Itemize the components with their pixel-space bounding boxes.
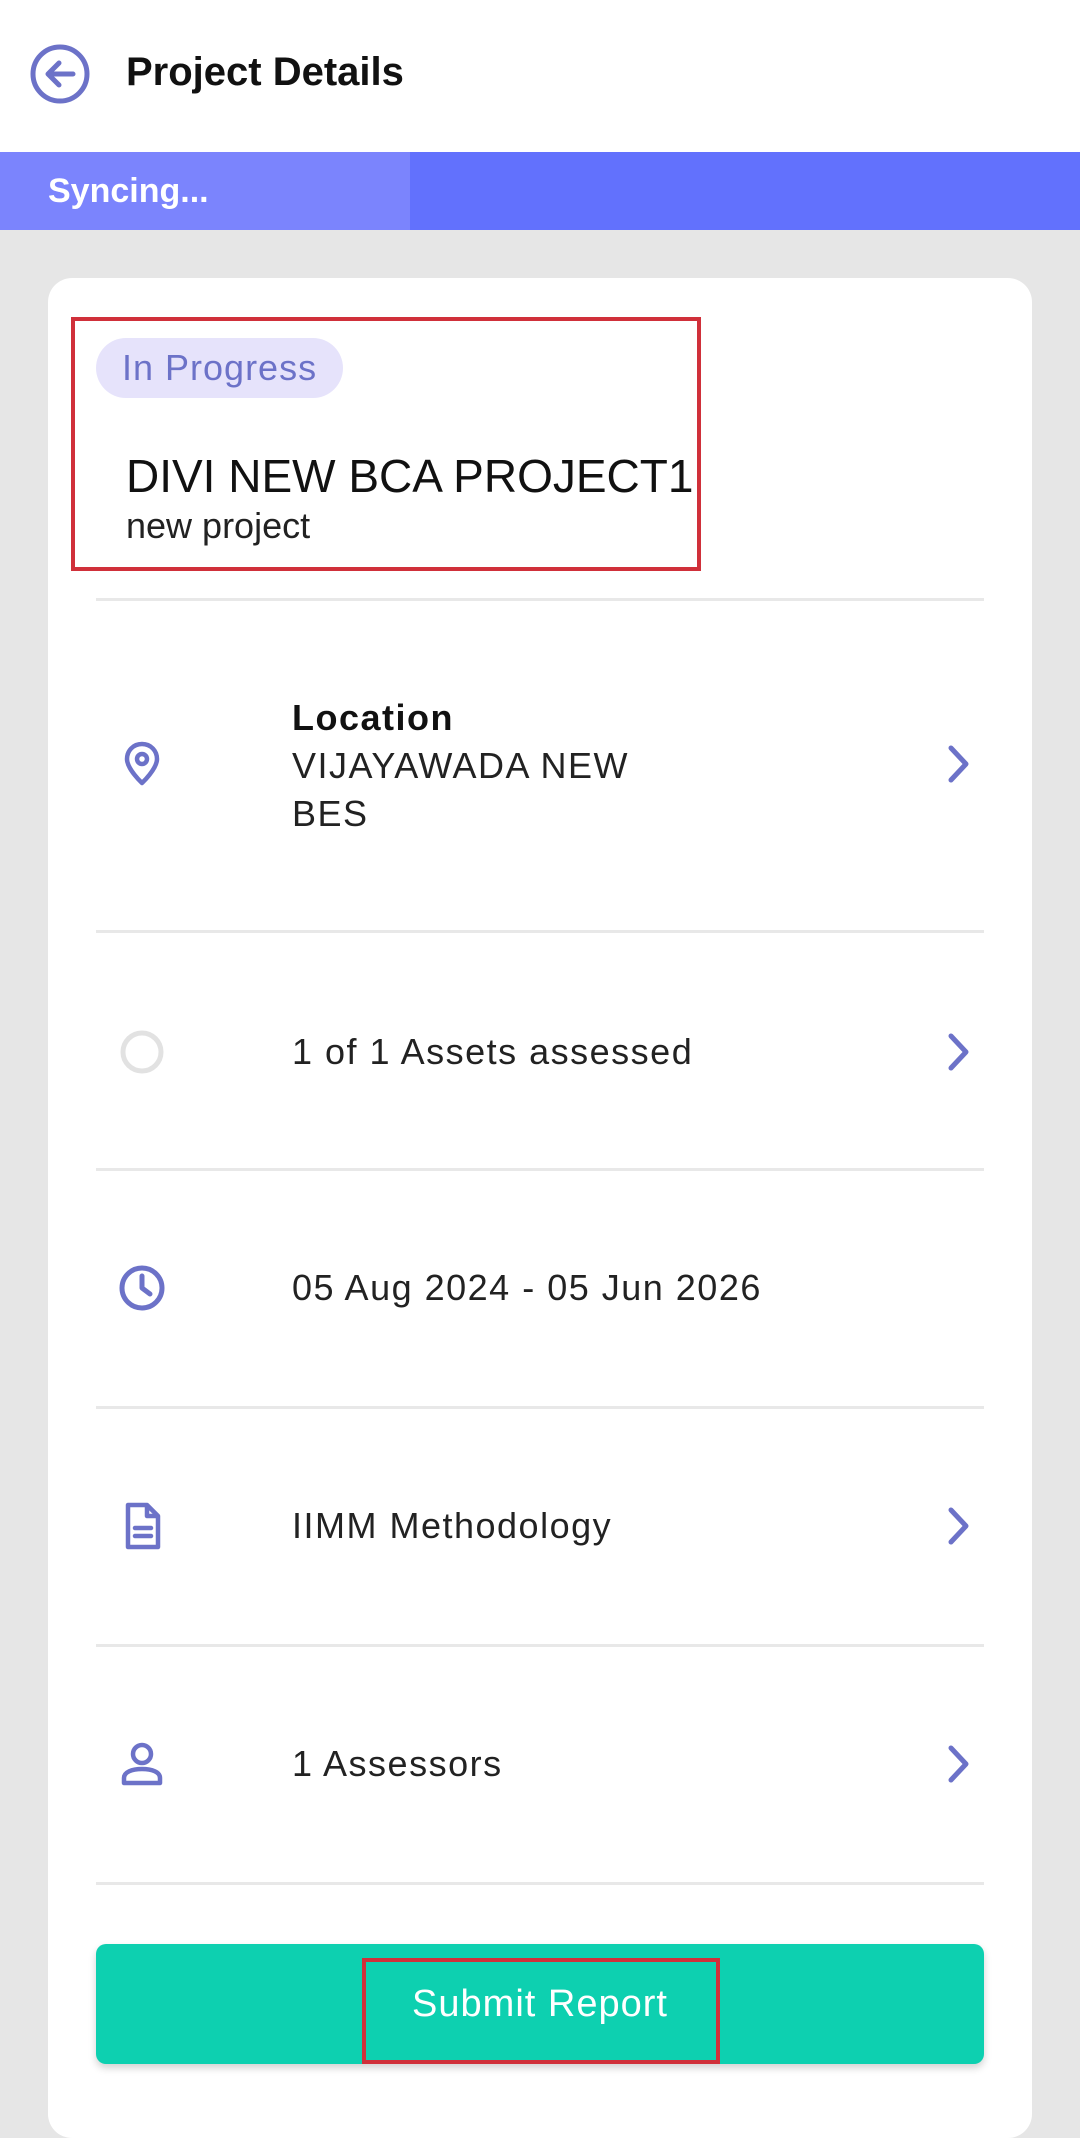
dates-row: 05 Aug 2024 - 05 Jun 2026 bbox=[96, 1170, 984, 1406]
map-pin-icon bbox=[114, 736, 170, 792]
assessors-row[interactable]: 1 Assessors bbox=[96, 1646, 984, 1882]
project-name: DIVI NEW BCA PROJECT1 bbox=[126, 450, 694, 502]
circle-outline-icon bbox=[114, 1024, 170, 1080]
document-icon bbox=[114, 1498, 170, 1554]
person-icon bbox=[114, 1736, 170, 1792]
chevron-right-icon bbox=[938, 1024, 978, 1080]
location-value-line1: VIJAYAWADA NEW bbox=[292, 745, 630, 786]
chevron-right-icon bbox=[938, 1736, 978, 1792]
location-text: Location VIJAYAWADA NEW BES bbox=[292, 694, 629, 838]
status-badge: In Progress bbox=[96, 338, 344, 398]
location-row[interactable]: Location VIJAYAWADA NEW BES bbox=[96, 600, 984, 930]
arrow-left-circle-icon bbox=[30, 44, 90, 104]
back-button[interactable] bbox=[28, 42, 92, 106]
project-description: new project bbox=[126, 505, 311, 546]
methodology-row[interactable]: IIMM Methodology bbox=[96, 1408, 984, 1644]
assessors-text: 1 Assessors bbox=[292, 1743, 503, 1784]
sync-banner: Syncing... bbox=[0, 152, 1080, 230]
date-range-text: 05 Aug 2024 - 05 Jun 2026 bbox=[292, 1267, 762, 1308]
submit-button-highlight bbox=[362, 1958, 720, 2064]
location-value-line2: BES bbox=[292, 793, 369, 834]
sync-status-text: Syncing... bbox=[48, 172, 209, 210]
assets-text: 1 of 1 Assets assessed bbox=[292, 1031, 694, 1072]
divider bbox=[96, 1882, 984, 1885]
location-label: Location bbox=[292, 697, 454, 738]
methodology-text: IIMM Methodology bbox=[292, 1505, 613, 1546]
assets-row[interactable]: 1 of 1 Assets assessed bbox=[96, 932, 984, 1168]
chevron-right-icon bbox=[938, 736, 978, 792]
app-bar: Project Details bbox=[0, 0, 1080, 152]
chevron-right-icon bbox=[938, 1498, 978, 1554]
page-title: Project Details bbox=[126, 50, 404, 94]
clock-icon bbox=[114, 1260, 170, 1316]
project-card: In Progress DIVI NEW BCA PROJECT1 new pr… bbox=[48, 278, 1032, 2138]
